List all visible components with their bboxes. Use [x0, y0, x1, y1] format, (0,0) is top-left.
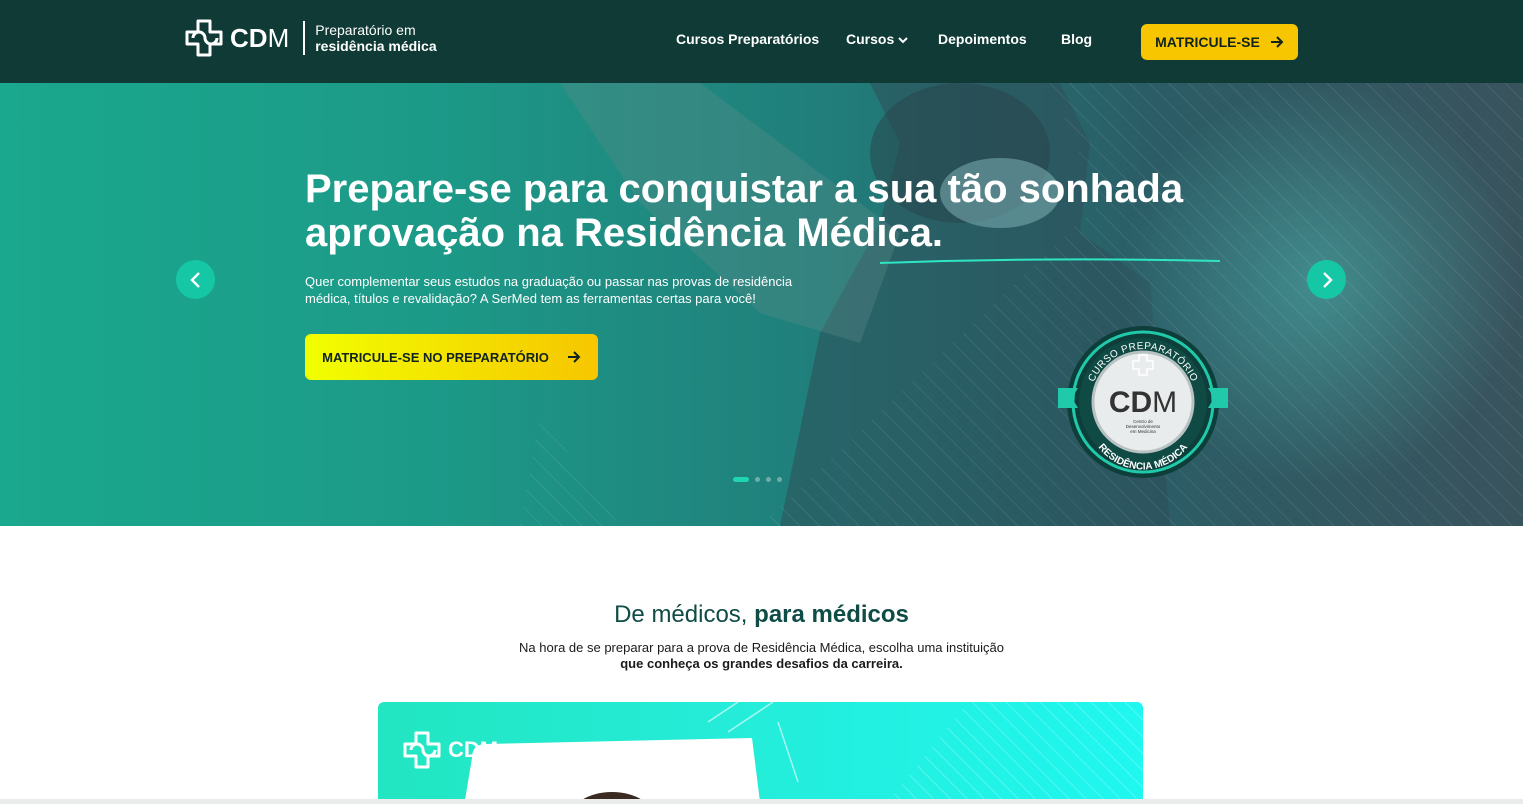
- enroll-button[interactable]: MATRICULE-SE: [1141, 24, 1298, 60]
- nav-item-cursos[interactable]: Cursos: [846, 31, 908, 47]
- logo-brand: CDM: [230, 22, 290, 53]
- chevron-right-icon: [1322, 271, 1333, 288]
- carousel-dot[interactable]: [755, 477, 760, 482]
- svg-text:em Medicina: em Medicina: [1130, 429, 1156, 434]
- enroll-preparatory-button[interactable]: MATRICULE-SE NO PREPARATÓRIO: [305, 334, 598, 380]
- medical-cross-icon: [403, 731, 441, 769]
- chevron-left-icon: [189, 271, 200, 288]
- carousel-dots: [733, 477, 782, 482]
- promo-doctor-photo: [464, 738, 760, 802]
- carousel-dot[interactable]: [766, 477, 771, 482]
- arrow-right-icon: [567, 351, 581, 363]
- hero-title: Prepare-se para conquistar a sua tão son…: [305, 167, 1184, 255]
- medical-cross-icon: [185, 19, 223, 57]
- logo-separator: [303, 21, 306, 55]
- arrow-right-icon: [1270, 36, 1284, 48]
- nav-item-cursos-preparatorios[interactable]: Cursos Preparatórios: [676, 31, 819, 47]
- logo-tagline: Preparatório em residência médica: [315, 22, 437, 54]
- cdm-residency-seal: CURSO PREPARATÓRIO CDM Centro de Desenvo…: [1058, 326, 1228, 478]
- section-title: De médicos, para médicos: [614, 601, 909, 628]
- horizontal-scrollbar[interactable]: [0, 799, 1523, 804]
- promo-banner: CDM: [378, 702, 1143, 802]
- site-header: CDM Preparatório em residência médica Cu…: [0, 0, 1523, 83]
- section-subtitle: Na hora de se preparar para a prova de R…: [519, 640, 1004, 671]
- chevron-down-icon: [898, 36, 908, 47]
- carousel-prev-button[interactable]: [176, 260, 215, 299]
- nav-item-blog[interactable]: Blog: [1061, 31, 1092, 47]
- title-underline-decoration: [880, 258, 1220, 264]
- carousel-dot[interactable]: [733, 477, 749, 482]
- carousel-dot[interactable]: [777, 477, 782, 482]
- site-logo[interactable]: CDM Preparatório em residência médica: [184, 18, 437, 58]
- carousel-next-button[interactable]: [1307, 260, 1346, 299]
- hero-carousel: Prepare-se para conquistar a sua tão son…: [0, 83, 1523, 526]
- enroll-button-label: MATRICULE-SE: [1155, 34, 1260, 50]
- enroll-preparatory-label: MATRICULE-SE NO PREPARATÓRIO: [322, 349, 549, 365]
- svg-text:CDM: CDM: [1109, 386, 1177, 419]
- nav-item-depoimentos[interactable]: Depoimentos: [938, 31, 1027, 47]
- hero-subtitle: Quer complementar seus estudos na gradua…: [305, 274, 793, 306]
